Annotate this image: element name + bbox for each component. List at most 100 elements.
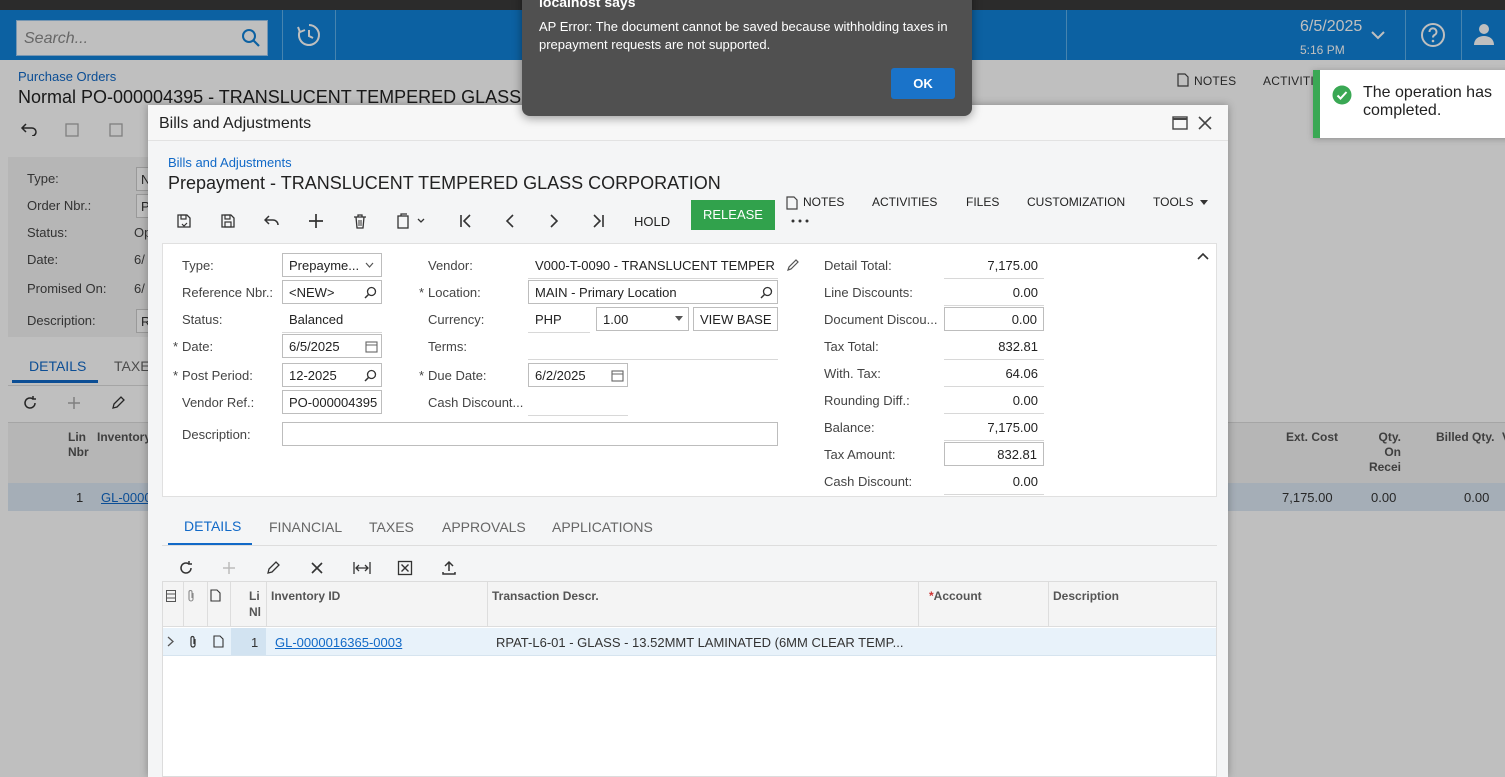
undo-icon[interactable] [264, 213, 280, 229]
dialog-breadcrumb[interactable]: Bills and Adjustments [168, 155, 292, 170]
post-period-label: Post Period: [173, 368, 253, 383]
vendor-value[interactable]: V000-T-0090 - TRANSLUCENT TEMPER [535, 258, 775, 273]
attachment-icon [186, 589, 196, 603]
notes-icon [786, 196, 798, 210]
files-button[interactable]: FILES [966, 195, 999, 209]
browser-alert-dialog: localhost says AP Error: The document ca… [522, 0, 972, 116]
ok-button[interactable]: OK [891, 68, 955, 99]
success-check-icon [1332, 85, 1352, 105]
tab-taxes[interactable]: TAXES [369, 519, 414, 535]
grid-delete-icon[interactable] [309, 560, 325, 576]
last-record-icon[interactable] [590, 213, 606, 229]
maximize-icon[interactable] [1172, 116, 1188, 130]
view-base-button[interactable]: VIEW BASE [693, 307, 778, 331]
grid-header: Li Nl Inventory ID Transaction Descr. *A… [163, 582, 1216, 627]
export-excel-icon[interactable] [397, 560, 413, 576]
previous-record-icon[interactable] [502, 213, 518, 229]
total-label: Rounding Diff.: [824, 393, 910, 408]
col-account[interactable]: *Account [929, 589, 982, 603]
success-notification[interactable]: The operation has completed. [1313, 70, 1505, 138]
calendar-icon[interactable] [611, 369, 624, 382]
type-value: Prepayme... [289, 258, 360, 273]
tab-approvals[interactable]: APPROVALS [442, 519, 526, 535]
expand-row-icon[interactable] [167, 636, 174, 647]
dialog-body: Bills and Adjustments Prepayment - TRANS… [148, 141, 1228, 777]
tools-caret-icon[interactable] [1200, 200, 1208, 205]
more-actions-icon[interactable] [790, 213, 810, 229]
col-description[interactable]: Description [1053, 589, 1119, 603]
fit-columns-icon[interactable] [353, 560, 371, 576]
upload-icon[interactable] [441, 560, 457, 576]
details-grid: Li Nl Inventory ID Transaction Descr. *A… [162, 581, 1217, 777]
hold-button[interactable]: HOLD [634, 214, 670, 229]
toast-message: The operation has completed. [1363, 84, 1492, 119]
tab-financial[interactable]: FINANCIAL [269, 519, 342, 535]
document-title: Prepayment - TRANSLUCENT TEMPERED GLASS … [168, 173, 721, 193]
row-note-icon[interactable] [213, 635, 224, 648]
col-inventory-id[interactable]: Inventory ID [271, 589, 340, 603]
close-icon[interactable] [1198, 116, 1212, 130]
alert-message: AP Error: The document cannot be saved b… [539, 19, 948, 52]
next-record-icon[interactable] [546, 213, 562, 229]
edit-vendor-icon[interactable] [786, 258, 800, 272]
document-summary-form: Type: Prepayme... Reference Nbr.: <NEW> … [162, 243, 1217, 497]
total-value: 0.00 [1012, 393, 1038, 408]
collapse-icon[interactable] [1197, 252, 1209, 260]
tools-button[interactable]: TOOLS [1153, 195, 1193, 209]
location-field[interactable]: MAIN - Primary Location [528, 280, 778, 304]
description-field[interactable] [282, 422, 778, 446]
save-close-icon[interactable] [176, 213, 192, 229]
cash-discount-date-label: Cash Discount... [428, 395, 524, 410]
total-value: 7,175.00 [987, 258, 1038, 273]
tab-applications[interactable]: APPLICATIONS [552, 519, 653, 535]
total-label: Detail Total: [824, 258, 892, 273]
grid-edit-icon[interactable] [265, 560, 281, 576]
total-label: Tax Amount: [824, 447, 896, 462]
terms-label: Terms: [428, 339, 467, 354]
note-icon [210, 589, 221, 602]
total-label: Tax Total: [824, 339, 879, 354]
calendar-icon[interactable] [365, 340, 378, 353]
row-transaction-descr[interactable]: RPAT-L6-01 - GLASS - 13.52MMT LAMINATED … [496, 635, 912, 650]
total-value: 832.81 [998, 339, 1038, 354]
total-value[interactable]: 832.81 [944, 442, 1044, 466]
vendor-label: Vendor: [428, 258, 473, 273]
search-icon[interactable] [760, 286, 773, 299]
table-row[interactable]: 1 GL-0000016365-0003 RPAT-L6-01 - GLASS … [163, 628, 1216, 656]
reference-nbr-label: Reference Nbr.: [182, 285, 274, 300]
rate-caret-icon[interactable] [675, 316, 683, 321]
copy-paste-icon[interactable] [396, 213, 426, 229]
chevron-down-icon[interactable] [365, 262, 374, 268]
total-value[interactable]: 0.00 [944, 307, 1044, 331]
save-icon[interactable] [220, 213, 236, 229]
dialog-title: Bills and Adjustments [159, 115, 312, 132]
search-icon[interactable] [364, 286, 377, 299]
release-button[interactable]: RELEASE [691, 200, 775, 230]
total-value: 64.06 [1005, 366, 1038, 381]
col-line-nbr[interactable]: Li Nl [249, 588, 263, 620]
first-record-icon[interactable] [458, 213, 474, 229]
col-transaction-descr[interactable]: Transaction Descr. [492, 589, 599, 603]
currency-value[interactable]: PHP [535, 312, 562, 327]
row-inventory-id[interactable]: GL-0000016365-0003 [275, 635, 402, 650]
bills-adjustments-dialog: Bills and Adjustments Bills and Adjustme… [148, 105, 1228, 777]
add-icon[interactable] [308, 213, 324, 229]
search-icon[interactable] [364, 369, 377, 382]
alert-title: localhost says [539, 0, 636, 10]
description-label: Description: [182, 427, 251, 442]
status-label: Status: [182, 312, 223, 327]
grid-refresh-icon[interactable] [178, 560, 194, 576]
activities-button[interactable]: ACTIVITIES [872, 195, 937, 209]
grid-add-icon[interactable] [221, 560, 237, 576]
total-label: Balance: [824, 420, 875, 435]
vendor-ref-label: Vendor Ref.: [182, 395, 255, 410]
total-label: Cash Discount: [824, 474, 913, 489]
notes-button[interactable]: NOTES [803, 195, 844, 209]
due-date-label: Due Date: [419, 368, 486, 383]
tab-details[interactable]: DETAILS [184, 518, 241, 534]
delete-icon[interactable] [352, 213, 368, 229]
vendor-ref-field[interactable]: PO-000004395 [282, 390, 382, 414]
currency-label: Currency: [428, 312, 485, 327]
customization-button[interactable]: CUSTOMIZATION [1027, 195, 1125, 209]
row-attachment-icon[interactable] [188, 635, 198, 649]
